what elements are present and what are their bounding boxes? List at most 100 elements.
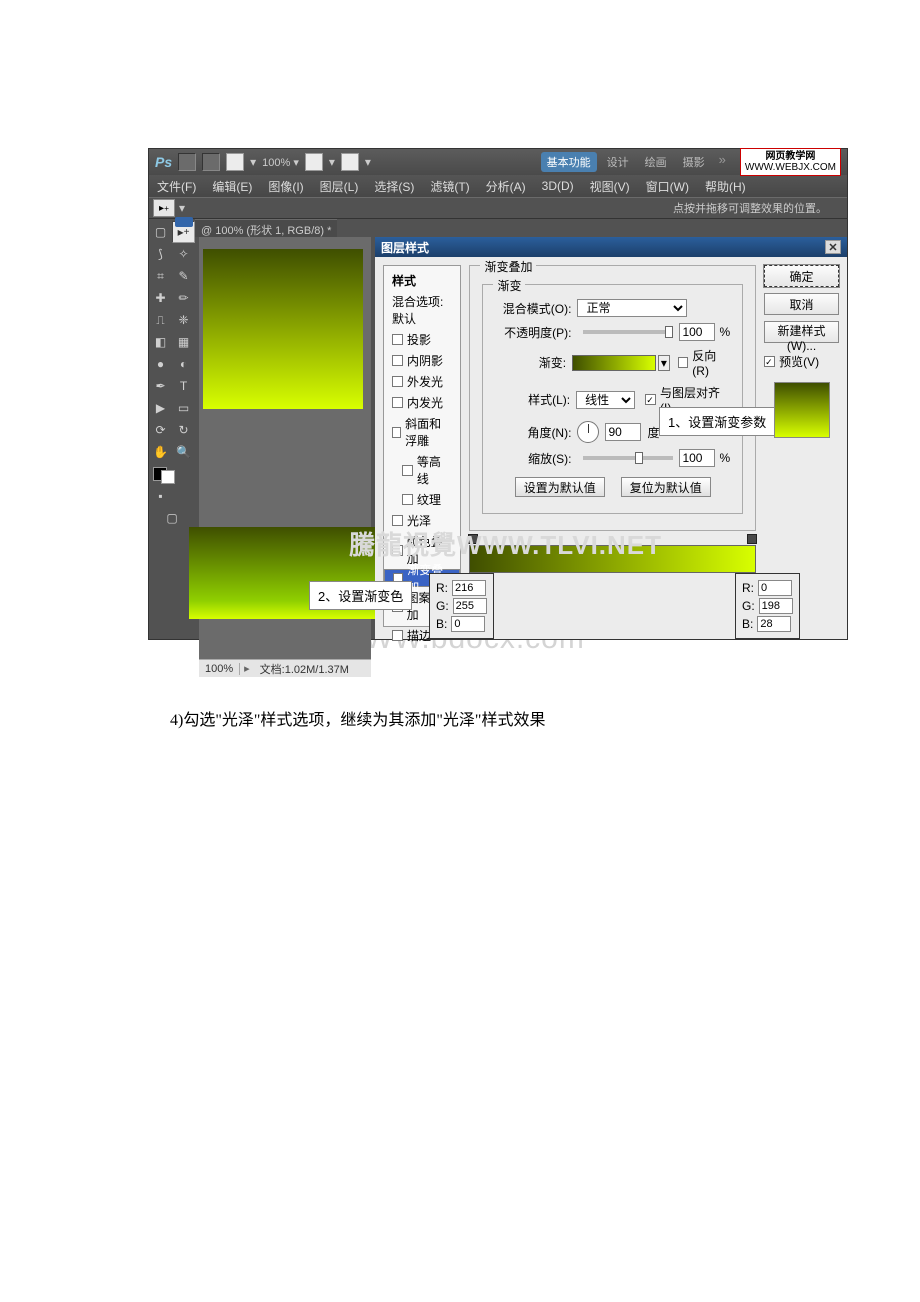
eyedropper-tool-icon[interactable]: ✎ [172,265,195,287]
opacity-stop-left[interactable] [468,534,478,544]
status-zoom[interactable]: 100% [199,663,240,675]
chevrons-icon[interactable]: » [719,152,726,172]
menu-analysis[interactable]: 分析(A) [478,176,534,197]
rgb-left-g[interactable] [453,598,487,614]
color-swatches[interactable] [149,463,195,485]
brush-tool-icon[interactable]: ✏ [172,287,195,309]
3d-orbit-tool-icon[interactable]: ↻ [172,419,195,441]
checkbox-icon[interactable] [392,334,403,345]
menu-view[interactable]: 视图(V) [582,176,638,197]
style-bevel[interactable]: 斜面和浮雕 [384,413,460,451]
shape-tool-icon[interactable]: ▭ [172,397,195,419]
canvas[interactable]: 100% ▸ 文档:1.02M/1.37M [199,237,371,677]
dropdown-caret-icon[interactable]: ▾ [250,155,256,169]
style-outerglow[interactable]: 外发光 [384,371,460,392]
checkbox-icon[interactable] [392,630,403,641]
dropdown-caret-icon[interactable]: ▾ [658,355,670,371]
style-dropshadow[interactable]: 投影 [384,329,460,350]
rgb-right-g[interactable] [759,598,793,614]
menu-edit[interactable]: 编辑(E) [204,176,260,197]
dropdown-caret-icon[interactable]: ▾ [365,155,371,169]
scale-input[interactable] [679,449,715,467]
checkbox-icon[interactable] [392,427,401,438]
reset-default-button[interactable]: 复位为默认值 [621,477,711,497]
dodge-tool-icon[interactable]: ◐ [172,353,195,375]
cancel-button[interactable]: 取消 [764,293,839,315]
preview-checkbox[interactable] [764,356,775,367]
screen-mode-icon[interactable] [226,153,244,171]
menu-image[interactable]: 图像(I) [260,176,311,197]
checkbox-icon[interactable] [392,355,403,366]
document-tab[interactable]: @ 100% (形状 1, RGB/8) * [195,219,337,237]
style-select[interactable]: 线性 [576,391,635,409]
menu-select[interactable]: 选择(S) [366,176,422,197]
scale-slider[interactable] [583,456,673,460]
close-icon[interactable]: ✕ [825,240,841,254]
background-swatch[interactable] [161,470,175,484]
dropdown-caret-icon[interactable]: ▾ [329,155,335,169]
style-texture[interactable]: 纹理 [384,489,460,510]
checkbox-icon[interactable] [392,397,403,408]
magic-wand-tool-icon[interactable]: ✧ [172,243,195,265]
rgb-right-r[interactable] [758,580,792,596]
menu-3d[interactable]: 3D(D) [534,177,582,195]
zoom-tool-icon[interactable]: 🔍 [172,441,195,463]
arrange-docs-icon[interactable] [305,153,323,171]
set-default-button[interactable]: 设置为默认值 [515,477,605,497]
blend-mode-select[interactable]: 正常 [577,299,687,317]
lasso-tool-icon[interactable]: ⟆ [149,243,172,265]
checkbox-icon[interactable] [392,545,403,556]
style-innershadow[interactable]: 内阴影 [384,350,460,371]
history-brush-tool-icon[interactable]: ❈ [172,309,195,331]
gradient-preview[interactable] [572,355,656,371]
path-select-tool-icon[interactable]: ▶ [149,397,172,419]
blur-tool-icon[interactable]: ● [149,353,172,375]
checkbox-icon[interactable] [402,465,413,476]
3d-rotate-tool-icon[interactable]: ⟳ [149,419,172,441]
style-contour[interactable]: 等高线 [384,451,460,489]
marquee-tool-icon[interactable]: ▢ [149,221,172,243]
workspace-tab-paint[interactable]: 绘画 [639,152,673,172]
screen-mode2-icon[interactable] [341,153,359,171]
style-innerglow[interactable]: 内发光 [384,392,460,413]
ok-button[interactable]: 确定 [764,265,839,287]
type-tool-icon[interactable]: T [172,375,195,397]
workspace-tab-photo[interactable]: 摄影 [677,152,711,172]
bridge-icon[interactable] [178,153,196,171]
checkbox-icon[interactable] [402,494,413,505]
crop-tool-icon[interactable]: ⌗ [149,265,172,287]
gradient-bar[interactable] [469,545,756,573]
menu-help[interactable]: 帮助(H) [697,176,754,197]
opacity-stop-right[interactable] [747,534,757,544]
styles-header[interactable]: 样式 [384,270,460,291]
menu-file[interactable]: 文件(F) [149,176,204,197]
opacity-slider[interactable] [583,330,673,334]
menu-filter[interactable]: 滤镜(T) [422,176,477,197]
quickmask-icon[interactable]: ▪ [149,485,172,507]
blending-options-row[interactable]: 混合选项:默认 [384,291,460,329]
new-style-button[interactable]: 新建样式(W)... [764,321,839,343]
menu-window[interactable]: 窗口(W) [638,176,697,197]
rgb-left-r[interactable] [452,580,486,596]
angle-input[interactable] [605,423,641,441]
checkbox-icon[interactable] [392,515,403,526]
current-tool-icon[interactable]: ▸+ [153,199,175,217]
rgb-right-b[interactable] [757,616,791,632]
gradient-tool-icon[interactable]: ▦ [172,331,195,353]
move-tool-icon[interactable]: ▸+ [172,221,195,243]
reverse-checkbox[interactable] [678,357,688,368]
hand-tool-icon[interactable]: ✋ [149,441,172,463]
workspace-tab-essentials[interactable]: 基本功能 [541,152,597,172]
optbar-dropdown-icon[interactable]: ▾ [179,201,185,215]
pen-tool-icon[interactable]: ✒ [149,375,172,397]
menu-layer[interactable]: 图层(L) [312,176,367,197]
opacity-input[interactable] [679,323,715,341]
status-doc-icon[interactable]: ▸ [240,662,254,675]
angle-dial[interactable] [577,421,599,443]
workspace-tab-design[interactable]: 设计 [601,152,635,172]
dialog-titlebar[interactable]: 图层样式 ✕ [375,237,847,257]
rgb-left-b[interactable] [451,616,485,632]
minibridge-icon[interactable] [202,153,220,171]
healing-brush-tool-icon[interactable]: ✚ [149,287,172,309]
align-checkbox[interactable] [645,394,656,405]
